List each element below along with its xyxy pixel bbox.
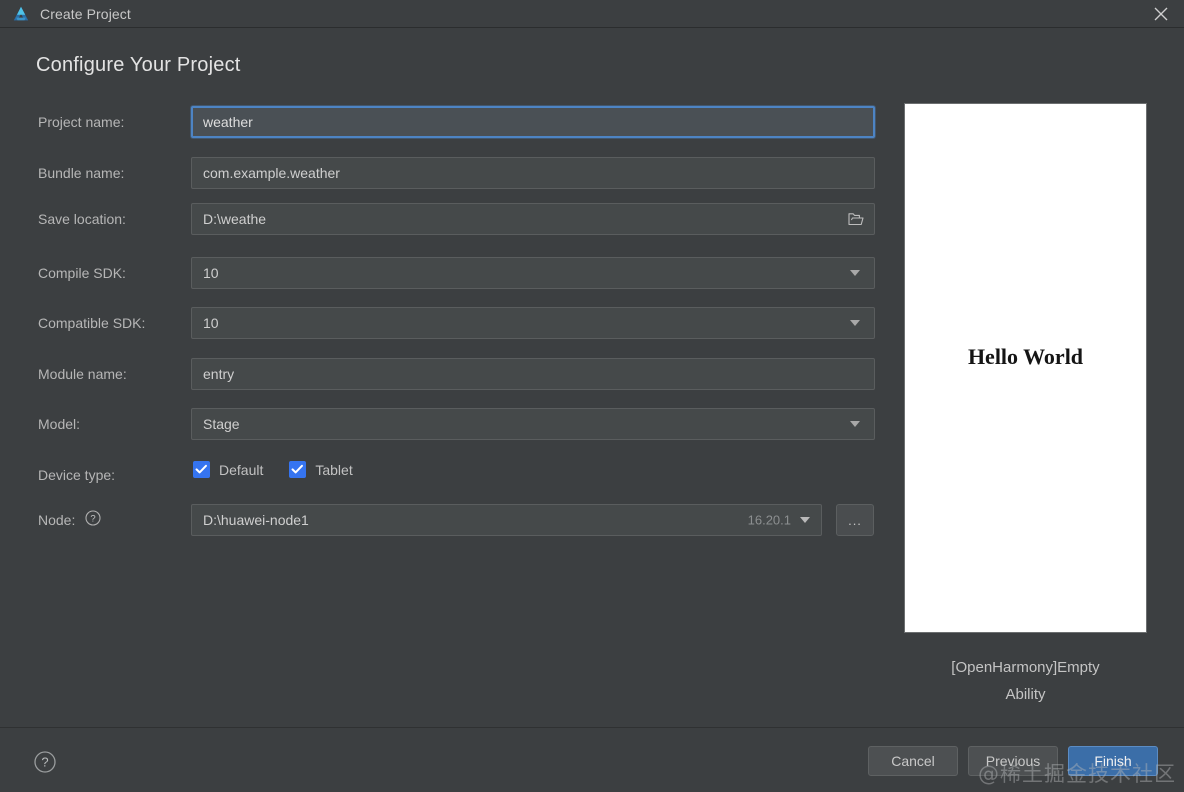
finish-button[interactable]: Finish: [1068, 746, 1158, 776]
device-type-checkbox-group: Default Tablet: [193, 461, 353, 478]
model-dropdown[interactable]: Stage: [191, 408, 875, 440]
checkbox-tablet-label: Tablet: [315, 461, 353, 478]
footer-divider: [0, 727, 1184, 728]
deveco-logo-icon: [12, 5, 30, 23]
label-model: Model:: [38, 416, 81, 432]
label-compile-sdk: Compile SDK:: [38, 265, 126, 281]
checkbox-checked-icon: [193, 461, 210, 478]
label-node: Node: ?: [38, 504, 188, 537]
page-title: Configure Your Project: [36, 54, 241, 76]
label-device-type: Device type:: [38, 467, 116, 483]
titlebar-title: Create Project: [40, 5, 131, 22]
preview-caption-line2: Ability: [1005, 686, 1046, 703]
module-name-value: entry: [203, 366, 235, 382]
project-name-value: weather: [203, 114, 253, 130]
bundle-name-input[interactable]: com.example.weather: [191, 157, 875, 189]
node-version-value: 16.20.1: [747, 512, 791, 528]
close-icon[interactable]: [1138, 0, 1184, 28]
chevron-down-icon[interactable]: [850, 421, 860, 427]
node-path-input[interactable]: D:\huawei-node1 16.20.1: [191, 504, 822, 536]
svg-text:?: ?: [41, 754, 48, 769]
folder-open-icon[interactable]: [848, 212, 864, 226]
help-circle-icon[interactable]: ?: [33, 750, 57, 774]
compile-sdk-dropdown[interactable]: 10: [191, 257, 875, 289]
svg-text:?: ?: [91, 514, 96, 525]
help-circle-icon[interactable]: ?: [85, 505, 101, 537]
project-preview: Hello World [OpenHarmony]Empty Ability: [904, 103, 1147, 708]
previous-button[interactable]: Previous: [968, 746, 1058, 776]
compatible-sdk-dropdown[interactable]: 10: [191, 307, 875, 339]
save-location-input[interactable]: D:\weathe: [191, 203, 875, 235]
compile-sdk-value: 10: [203, 265, 219, 281]
preview-hello-world-text: Hello World: [967, 344, 1084, 369]
label-module-name: Module name:: [38, 366, 127, 382]
node-browse-button[interactable]: ...: [836, 504, 874, 536]
label-save-location: Save location:: [38, 211, 126, 227]
preview-caption-line1: [OpenHarmony]Empty: [951, 659, 1100, 676]
checkbox-tablet[interactable]: Tablet: [289, 461, 353, 478]
footer-buttons: Cancel Previous Finish: [868, 746, 1158, 776]
label-bundle-name: Bundle name:: [38, 165, 125, 181]
compatible-sdk-value: 10: [203, 315, 219, 331]
checkbox-checked-icon: [289, 461, 307, 478]
checkbox-default-label: Default: [219, 461, 264, 478]
label-node-text: Node:: [38, 512, 76, 528]
preview-device-screen: Hello World: [904, 103, 1147, 633]
save-location-value: D:\weathe: [203, 211, 267, 227]
chevron-down-icon[interactable]: [850, 320, 860, 326]
model-value: Stage: [203, 416, 240, 432]
label-project-name: Project name:: [38, 114, 125, 130]
preview-caption: [OpenHarmony]Empty Ability: [904, 654, 1147, 708]
module-name-input[interactable]: entry: [191, 358, 875, 390]
label-compatible-sdk: Compatible SDK:: [38, 315, 146, 331]
checkbox-default[interactable]: Default: [193, 461, 263, 478]
chevron-down-icon[interactable]: [850, 270, 860, 276]
create-project-dialog: Create Project Configure Your Project Pr…: [0, 0, 1184, 792]
node-path-value: D:\huawei-node1: [203, 512, 309, 528]
chevron-down-icon[interactable]: [800, 517, 810, 523]
project-name-input[interactable]: weather: [191, 106, 875, 138]
titlebar: Create Project: [0, 0, 1184, 28]
cancel-button[interactable]: Cancel: [868, 746, 958, 776]
bundle-name-value: com.example.weather: [203, 165, 340, 181]
